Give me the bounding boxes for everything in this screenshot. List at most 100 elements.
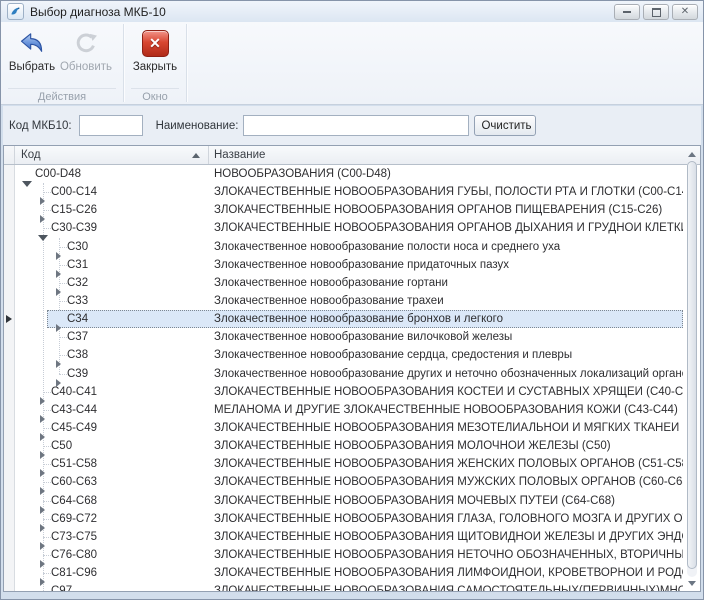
tree-row[interactable]: C39 Злокачественное новообразование други…: [4, 365, 700, 383]
tree-row[interactable]: C50ЗЛОКАЧЕСТВЕННЫЕ НОВООБРАЗОВАНИЯ МОЛОЧ…: [4, 437, 700, 455]
code-cell: C33: [15, 295, 209, 307]
row-code: C69-C72: [51, 513, 97, 525]
tree-row[interactable]: C31Злокачественное новообразование прида…: [4, 256, 700, 274]
code-cell: C73-C75: [15, 531, 209, 543]
row-indicator-cell: [4, 328, 15, 346]
tree-row[interactable]: C30Злокачественное новообразование полос…: [4, 238, 700, 256]
tree-row[interactable]: C51-C58ЗЛОКАЧЕСТВЕННЫЕ НОВООБРАЗОВАНИЯ Ж…: [4, 455, 700, 473]
scroll-down-icon: [688, 581, 696, 586]
select-button[interactable]: Выбрать: [5, 26, 59, 75]
row-code: C60-C63: [51, 476, 97, 488]
ribbon-group-window: ✕ Закрыть Окно: [124, 22, 186, 104]
app-icon[interactable]: [7, 3, 24, 20]
tree-row[interactable]: C32Злокачественное новообразование горта…: [4, 274, 700, 292]
close-window-button-label: Закрыть: [133, 61, 177, 73]
vertical-scrollbar[interactable]: [685, 148, 699, 589]
scrollbar-track[interactable]: [687, 160, 697, 577]
row-code: C45-C49: [51, 422, 97, 434]
tree-row[interactable]: C00-D48НОВООБРАЗОВАНИЯ (C00-D48): [4, 165, 700, 183]
scroll-down-button[interactable]: [685, 577, 699, 589]
tree-row[interactable]: C45-C49 ЗЛОКАЧЕСТВЕННЫЕ НОВООБРАЗОВАНИЯ М…: [4, 419, 700, 437]
row-code: C00-C14: [51, 186, 97, 198]
close-window-button[interactable]: ✕ Закрыть: [128, 26, 182, 75]
tree-row[interactable]: C40-C41 ЗЛОКАЧЕСТВЕННЫЕ НОВООБРАЗОВАНИЯ К…: [4, 383, 700, 401]
column-header-name-label: Название: [214, 149, 265, 161]
ribbon-empty-area: [187, 22, 703, 104]
code-filter-input[interactable]: [79, 115, 143, 136]
row-indicator-cell: [4, 256, 15, 274]
tree-row[interactable]: C38Злокачественное новообразование сердц…: [4, 346, 700, 364]
clear-filter-button[interactable]: Очистить: [474, 115, 536, 136]
tree-row[interactable]: C00-C14ЗЛОКАЧЕСТВЕННЫЕ НОВООБРАЗОВАНИЯ Г…: [4, 183, 700, 201]
minimize-button[interactable]: [614, 4, 640, 20]
code-cell: C30: [15, 241, 209, 253]
select-back-arrow-icon: [17, 28, 47, 58]
tree-row[interactable]: C97ЗЛОКАЧЕСТВЕННЫЕ НОВООБРАЗОВАНИЯ САМОС…: [4, 582, 700, 591]
close-button[interactable]: ✕: [672, 4, 698, 20]
tree-row[interactable]: C73-C75ЗЛОКАЧЕСТВЕННЫЕ НОВООБРАЗОВАНИЯ Щ…: [4, 528, 700, 546]
ribbon-toolbar: Выбрать Обновить Действия ✕: [1, 22, 703, 105]
scrollbar-thumb[interactable]: [687, 161, 697, 569]
row-indicator-cell: [4, 564, 15, 582]
row-name: Злокачественное новообразование трахеи: [209, 295, 683, 307]
tree-row[interactable]: C37Злокачественное новообразование вилоч…: [4, 328, 700, 346]
row-name: ЗЛОКАЧЕСТВЕННЫЕ НОВООБРАЗОВАНИЯ ЖЕНСКИХ …: [209, 458, 683, 470]
row-indicator-cell: [4, 346, 15, 364]
row-name: Злокачественное новообразование придаточ…: [209, 259, 683, 271]
row-code: C34: [67, 313, 88, 325]
row-name: МЕЛАНОМА И ДРУГИЕ ЗЛОКАЧЕСТВЕННЫЕ НОВООБ…: [209, 404, 683, 416]
row-name: Злокачественное новообразование других и…: [209, 368, 683, 380]
row-code: C43-C44: [51, 404, 97, 416]
column-header-name[interactable]: Название: [209, 146, 700, 164]
grid-header: Код Название: [4, 146, 700, 165]
sort-asc-icon: [192, 153, 200, 158]
titlebar: Выбор диагноза МКБ-10 ✕: [1, 1, 703, 23]
row-name: ЗЛОКАЧЕСТВЕННЫЕ НОВООБРАЗОВАНИЯ МЕЗОТЕЛИ…: [209, 422, 683, 434]
refresh-button[interactable]: Обновить: [59, 26, 113, 75]
row-indicator-cell: [4, 383, 15, 401]
row-indicator-cell: [4, 437, 15, 455]
tree-row[interactable]: C81-C96ЗЛОКАЧЕСТВЕННЫЕ НОВООБРАЗОВАНИЯ Л…: [4, 564, 700, 582]
header-indicator-cell: [4, 146, 15, 164]
close-window-icon: ✕: [140, 28, 170, 58]
tree-row[interactable]: C76-C80ЗЛОКАЧЕСТВЕННЫЕ НОВООБРАЗОВАНИЯ Н…: [4, 546, 700, 564]
row-code: C50: [51, 440, 72, 452]
tree-row[interactable]: C30-C39ЗЛОКАЧЕСТВЕННЫЕ НОВООБРАЗОВАНИЯ О…: [4, 219, 700, 237]
code-cell: C40-C41: [15, 386, 209, 398]
grid-body: C00-D48НОВООБРАЗОВАНИЯ (C00-D48)C00-C14З…: [4, 165, 700, 591]
row-name: ЗЛОКАЧЕСТВЕННЫЕ НОВООБРАЗОВАНИЯ ГЛАЗА, Г…: [209, 513, 683, 525]
ribbon-group-actions-label: Действия: [8, 88, 116, 104]
code-cell: C76-C80: [15, 549, 209, 561]
row-name: ЗЛОКАЧЕСТВЕННЫЕ НОВООБРАЗОВАНИЯ КОСТЕЙ И…: [209, 386, 683, 398]
window-title: Выбор диагноза МКБ-10: [30, 5, 166, 19]
row-name: ЗЛОКАЧЕСТВЕННЫЕ НОВООБРАЗОВАНИЯ ОРГАНОВ …: [209, 204, 683, 216]
name-filter-input[interactable]: [243, 115, 469, 136]
row-indicator-cell: [4, 365, 15, 383]
scroll-up-icon: [688, 152, 696, 157]
row-indicator-cell: [4, 492, 15, 510]
maximize-icon: [652, 8, 661, 17]
scroll-up-button[interactable]: [685, 148, 699, 160]
tree-row[interactable]: C43-C44 МЕЛАНОМА И ДРУГИЕ ЗЛОКАЧЕСТВЕННЫЕ…: [4, 401, 700, 419]
code-cell: C00-D48: [15, 168, 209, 180]
tree-row[interactable]: C34Злокачественное новообразование бронх…: [4, 310, 700, 328]
tree-row[interactable]: C69-C72 ЗЛОКАЧЕСТВЕННЫЕ НОВООБРАЗОВАНИЯ Г…: [4, 510, 700, 528]
row-name: НОВООБРАЗОВАНИЯ (C00-D48): [209, 168, 683, 180]
row-indicator-cell: [4, 546, 15, 564]
tree-row[interactable]: C33Злокачественное новообразование трахе…: [4, 292, 700, 310]
row-code: C39: [67, 368, 88, 380]
code-cell: C15-C26: [15, 204, 209, 216]
tree-row[interactable]: C15-C26 ЗЛОКАЧЕСТВЕННЫЕ НОВООБРАЗОВАНИЯ О…: [4, 201, 700, 219]
row-code: C40-C41: [51, 386, 97, 398]
tree-row[interactable]: C64-C68ЗЛОКАЧЕСТВЕННЫЕ НОВООБРАЗОВАНИЯ М…: [4, 492, 700, 510]
column-header-code[interactable]: Код: [15, 146, 209, 164]
row-name: Злокачественное новообразование гортани: [209, 277, 683, 289]
tree-row[interactable]: C60-C63ЗЛОКАЧЕСТВЕННЫЕ НОВООБРАЗОВАНИЯ М…: [4, 473, 700, 491]
row-indicator-cell: [4, 455, 15, 473]
code-cell: C31: [15, 259, 209, 271]
row-code: C15-C26: [51, 204, 97, 216]
code-cell: C60-C63: [15, 476, 209, 488]
maximize-button[interactable]: [643, 4, 669, 20]
ribbon-group-window-label: Окно: [131, 88, 179, 104]
row-indicator-cell: [4, 201, 15, 219]
